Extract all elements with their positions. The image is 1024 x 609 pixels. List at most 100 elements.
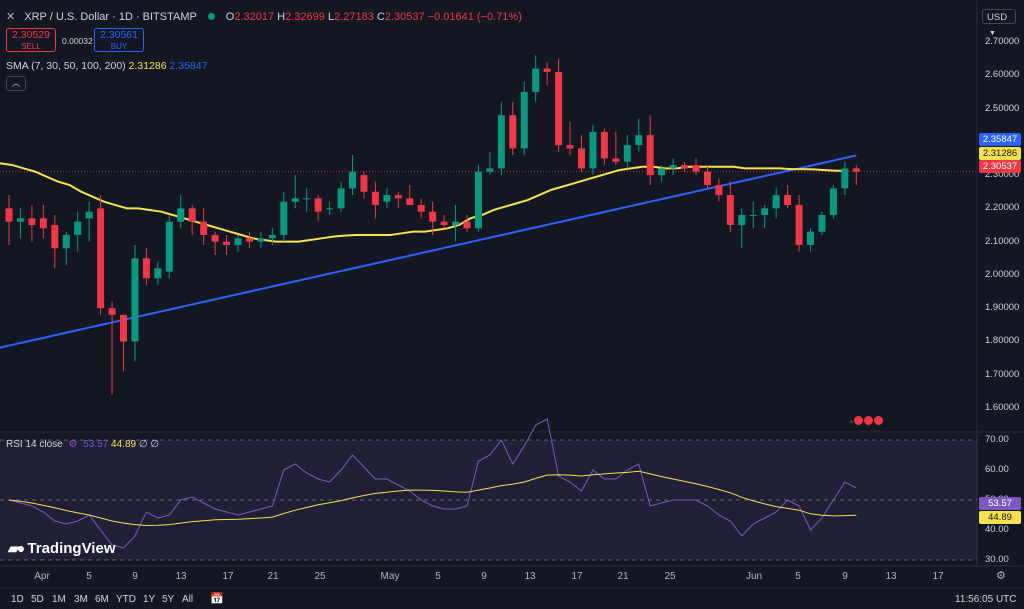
candle-body [681,165,689,169]
candle-body [635,135,643,146]
timeframe-button-1d[interactable]: 1D [11,594,24,605]
low-value: 2.27183 [334,11,374,23]
event-icons[interactable]: ◔ [848,416,884,427]
sma-label: SMA (7, 30, 50, 100, 200) [6,60,126,72]
candle-body [463,221,471,229]
chart-canvas[interactable] [0,0,1024,609]
price-tick-label: 2.20000 [985,202,1020,214]
candle-body [566,145,574,149]
candle-body [818,215,826,232]
buy-button[interactable]: 2.30561 BUY [94,28,144,52]
candle-body [772,195,780,209]
rsi-legend[interactable]: RSI 14 close ⚙ 53.57 44.89 ∅ ∅ [6,439,159,450]
rsi-tick-label: 30.00 [985,554,1009,565]
candle-body [669,165,677,169]
candle-body [429,211,437,222]
candle-body [131,258,139,342]
candle-body [474,171,482,229]
price-tick-label: 2.00000 [985,268,1020,280]
time-tick-label: 25 [314,571,326,582]
time-tick-label: Apr [34,571,50,582]
sell-button[interactable]: 2.30529 SELL [6,28,56,52]
candle-body [578,148,585,169]
candle-body [600,131,608,159]
chevron-up-icon: ︿ [11,78,21,88]
calendar-range-icon[interactable]: 📅 [210,592,224,605]
timeframe-button-6m[interactable]: 6M [95,594,109,605]
candle-body [371,191,379,206]
rsi-tick-label: 70.00 [985,434,1009,445]
sell-label: SELL [21,42,41,51]
rsi-label: RSI 14 close [6,439,63,450]
symbol-title[interactable]: XRP / U.S. Dollar · 1D · BITSTAMP [24,11,196,23]
candle-body [51,225,59,249]
buy-price: 2.30561 [100,29,138,41]
time-tick-label: 21 [617,571,629,582]
candle-body [829,188,837,216]
candle-body [703,171,711,186]
time-tick-label: 13 [175,571,187,582]
price-tick-label: 1.90000 [985,302,1020,314]
tradingview-logo[interactable]: ▰● TradingView [8,540,116,557]
candle-body [795,205,803,245]
sma-value-2: 2.35847 [169,60,208,72]
candle-body [257,238,265,242]
candle-body [532,68,540,92]
rsi-extra: ∅ ∅ [138,439,160,450]
logo-text: TradingView [27,540,116,557]
rsi-settings-icon[interactable]: ⚙ [68,439,77,450]
timeframe-button-all[interactable]: All [182,594,193,605]
collapse-icon[interactable]: ✕ [6,11,15,23]
candle-body [543,68,551,72]
price-badge: 2.30537 [979,160,1021,173]
candle-body [177,208,185,222]
time-tick-label: 17 [222,571,234,582]
candle-body [749,215,757,217]
tv-logo-icon: ▰● [8,540,25,556]
time-tick-label: 9 [481,571,487,582]
candle-body [360,175,368,192]
currency-value: USD [987,12,1008,23]
candle-body [509,115,517,149]
timeframe-button-5d[interactable]: 5D [31,594,44,605]
high-value: 2.32699 [285,11,325,23]
close-value: 2.30537 [384,11,425,23]
candle-body [74,221,82,235]
candle-body [142,258,150,279]
candle-body [97,208,105,309]
rsi-tick-label: 60.00 [985,464,1009,475]
candle-body [303,198,311,200]
timeframe-button-1y[interactable]: 1Y [143,594,155,605]
high-key: H [277,11,286,23]
buy-label: BUY [110,42,128,51]
candle-body [440,221,448,225]
candle-body [120,314,127,342]
candle-body [200,221,208,235]
currency-select[interactable]: USD ▼ [982,9,1016,37]
candle-body [39,218,47,229]
candle-body [314,198,322,212]
timeframe-button-1m[interactable]: 1M [52,594,66,605]
price-tick-label: 2.50000 [985,102,1020,114]
candle-body [852,168,860,172]
sell-price: 2.30529 [12,29,50,41]
price-tick-label: 1.70000 [985,368,1020,380]
candle-body [452,221,460,225]
timeframe-button-5y[interactable]: 5Y [162,594,174,605]
rsi-value-1: 53.57 [83,439,109,450]
candle-body [589,131,597,169]
settings-icon[interactable]: ⚙ [996,569,1006,582]
candle-body [108,308,116,315]
timeframe-button-3m[interactable]: 3M [74,594,88,605]
candle-body [337,188,345,209]
candle-body [85,211,93,219]
candle-body [268,234,276,239]
clock[interactable]: 11:56:05 UTC [955,594,1017,605]
candle-body [326,208,334,210]
collapse-legend-button[interactable]: ︿ [6,76,26,91]
sma-legend[interactable]: SMA (7, 30, 50, 100, 200) 2.31286 2.3584… [6,60,207,72]
event-icon [854,416,864,425]
rsi-badge-1: 53.57 [979,497,1021,510]
candle-body [646,135,654,176]
timeframe-button-ytd[interactable]: YTD [116,594,136,605]
